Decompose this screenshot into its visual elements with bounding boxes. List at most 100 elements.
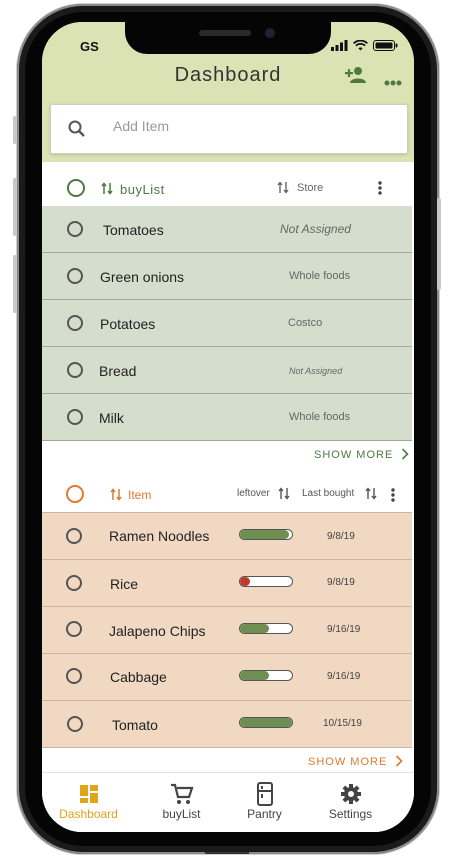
signal-icon [331, 40, 348, 51]
leftover-bar [239, 576, 293, 587]
leftover-bar [239, 623, 293, 634]
item-name: Potatoes [100, 316, 156, 332]
leftover-bar [239, 670, 293, 681]
leftover-sort-icon[interactable] [278, 487, 290, 500]
chevron-right-icon [396, 755, 403, 767]
tab-dashboard[interactable]: Dashboard [42, 781, 135, 821]
search-input[interactable] [111, 117, 375, 135]
app-screen: GS Dashboard buyList Store Tomatoe [42, 22, 414, 832]
last-bought-sort-icon[interactable] [365, 487, 377, 500]
last-bought-date: 9/8/19 [327, 531, 355, 542]
tab-label: buyList [162, 807, 201, 821]
tab-label: Pantry [247, 807, 282, 821]
store-sort-icon[interactable] [277, 181, 289, 194]
last-bought-date: 9/8/19 [327, 577, 355, 588]
pantry-row[interactable]: Rice 9/8/19 [42, 560, 412, 607]
sort-icon[interactable] [101, 182, 113, 195]
mute-switch [13, 116, 17, 144]
power-button [437, 198, 441, 290]
sort-icon[interactable] [110, 488, 122, 501]
tab-label: Dashboard [59, 807, 118, 821]
item-name: Tomatoes [103, 222, 164, 238]
item-checkbox[interactable] [67, 315, 83, 331]
person-add-icon[interactable] [345, 66, 367, 89]
buylist-row[interactable]: Tomatoes Not Assigned [42, 206, 412, 253]
front-camera [265, 28, 275, 38]
last-bought-date: 9/16/19 [327, 671, 361, 682]
leftover-fill [240, 624, 269, 633]
item-store: Costco [288, 317, 323, 329]
show-more-label: SHOW MORE [314, 449, 394, 461]
dashboard-icon [79, 785, 98, 803]
chevron-right-icon [402, 448, 409, 460]
select-all-checkbox[interactable] [66, 485, 84, 503]
more-horizontal-icon[interactable] [384, 70, 402, 91]
cart-icon [170, 783, 194, 804]
item-name: Jalapeno Chips [109, 623, 206, 639]
show-more-label: SHOW MORE [308, 756, 388, 768]
last-bought-date: 9/16/19 [327, 624, 361, 635]
store-column-label: Store [297, 182, 324, 194]
bottom-tab-bar: Dashboard buyList Pantry Settings [42, 772, 414, 832]
item-checkbox[interactable] [67, 268, 83, 284]
gear-icon [340, 784, 361, 804]
more-vertical-icon[interactable] [378, 181, 382, 195]
buylist-row[interactable]: Potatoes Costco [42, 300, 412, 347]
item-store: Whole foods [289, 270, 351, 282]
item-name: Green onions [100, 269, 185, 285]
buylist-show-more-button[interactable]: SHOW MORE [314, 448, 409, 461]
more-vertical-icon[interactable] [391, 488, 395, 502]
item-name: Milk [99, 410, 124, 426]
fridge-icon [256, 782, 273, 806]
tab-label: Settings [328, 807, 373, 821]
buylist-row[interactable]: Milk Whole foods [42, 394, 412, 441]
leftover-bar [239, 717, 293, 728]
leftover-fill [240, 530, 290, 539]
leftover-fill [240, 718, 292, 727]
search-icon [68, 120, 85, 137]
buylist-row[interactable]: Green onions Whole foods [42, 253, 412, 300]
pantry-row[interactable]: Ramen Noodles 9/8/19 [42, 512, 412, 560]
home-indicator [205, 852, 249, 854]
buylist-row[interactable]: Bread Not Assigned [42, 347, 412, 394]
last-bought-date: 10/15/19 [323, 718, 362, 729]
tab-buylist[interactable]: buyList [135, 781, 228, 821]
item-name: Tomato [112, 717, 158, 733]
item-store: Whole foods [289, 411, 351, 423]
tab-settings[interactable]: Settings [304, 781, 397, 821]
leftover-fill [240, 671, 269, 680]
buylist-title: buyList [120, 182, 165, 197]
item-checkbox[interactable] [67, 716, 83, 732]
volume-down-button [13, 255, 17, 313]
item-checkbox[interactable] [67, 221, 83, 237]
pantry-row[interactable]: Tomato 10/15/19 [42, 701, 412, 748]
item-name: Bread [99, 363, 137, 379]
item-checkbox[interactable] [66, 528, 82, 544]
pantry-show-more-button[interactable]: SHOW MORE [308, 755, 403, 768]
pantry-title: Item [128, 488, 152, 502]
leftover-column-label: leftover [237, 488, 270, 499]
item-store: Not Assigned [280, 222, 351, 236]
wifi-icon [353, 40, 368, 51]
pantry-row[interactable]: Jalapeno Chips 9/16/19 [42, 607, 412, 654]
item-checkbox[interactable] [67, 409, 83, 425]
item-store: Not Assigned [289, 366, 343, 376]
earpiece [199, 30, 251, 36]
item-name: Ramen Noodles [109, 528, 210, 544]
item-checkbox[interactable] [67, 362, 83, 378]
search-box[interactable] [50, 104, 408, 154]
select-all-checkbox[interactable] [67, 179, 85, 197]
item-name: Rice [110, 576, 139, 592]
status-initials: GS [80, 39, 99, 54]
leftover-bar [239, 529, 293, 540]
pantry-row[interactable]: Cabbage 9/16/19 [42, 654, 412, 701]
last-bought-column-label: Last bought [302, 488, 355, 499]
notch [125, 22, 331, 54]
item-checkbox[interactable] [66, 668, 82, 684]
item-name: Cabbage [110, 669, 167, 685]
item-checkbox[interactable] [66, 575, 82, 591]
item-checkbox[interactable] [66, 621, 82, 637]
tab-pantry[interactable]: Pantry [218, 781, 311, 821]
buylist-header: buyList Store [42, 166, 414, 210]
battery-icon [373, 40, 398, 51]
